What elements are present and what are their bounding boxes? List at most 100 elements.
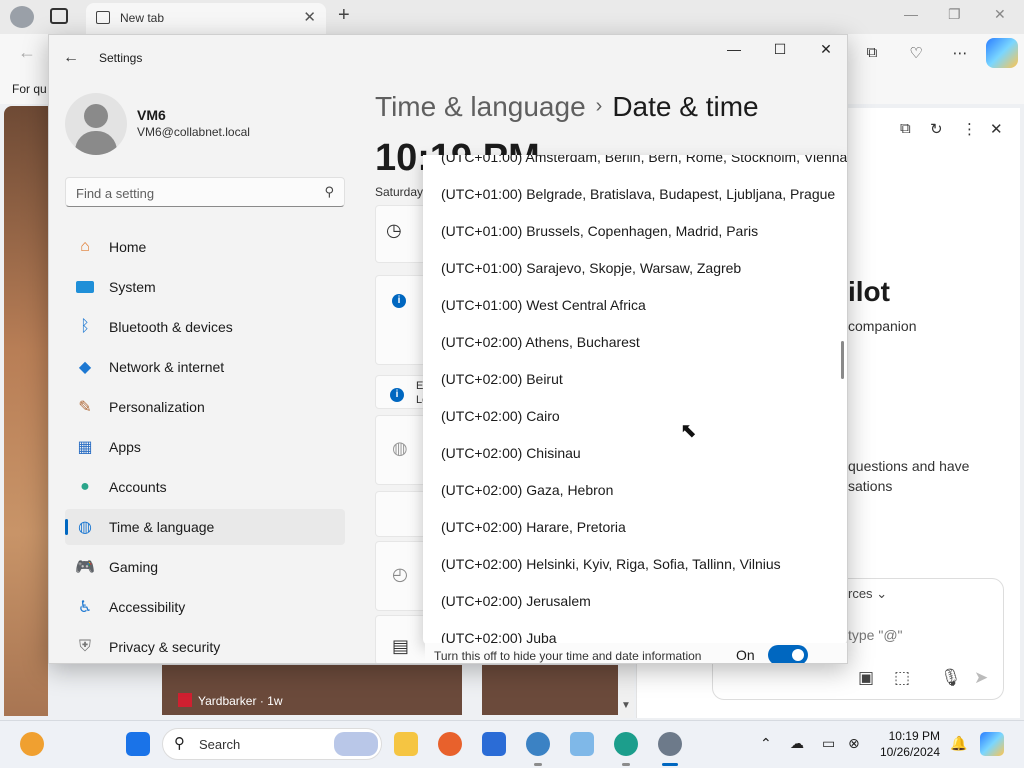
copilot-close-icon[interactable]: ✕ xyxy=(990,120,1003,138)
globe-clock-icon: ◷ xyxy=(386,220,402,240)
news-source: Yardbarker · 1w xyxy=(178,693,283,708)
timezone-option[interactable]: (UTC+01:00) Sarajevo, Skopje, Warsaw, Za… xyxy=(441,260,741,276)
timezone-option[interactable]: (UTC+02:00) Gaza, Hebron xyxy=(441,482,613,498)
search-icon: ⚲ xyxy=(324,184,334,199)
timezone-option[interactable]: (UTC+01:00) Brussels, Copenhagen, Madrid… xyxy=(441,223,758,239)
chrome-icon[interactable] xyxy=(526,732,550,756)
user-avatar[interactable] xyxy=(65,93,127,155)
nav-label: Time & language xyxy=(109,519,215,535)
show-time-toggle[interactable] xyxy=(768,645,808,663)
search-highlight-icon[interactable] xyxy=(334,732,378,756)
running-indicator xyxy=(534,763,542,766)
settings-nav: ⌂ Home System ᛒ Bluetooth & devices ◆ Ne… xyxy=(65,229,345,663)
nav-item-time-language[interactable]: ◍ Time & language xyxy=(65,509,345,545)
nav-label: Personalization xyxy=(109,399,205,415)
news-card[interactable] xyxy=(482,665,618,715)
info-icon: i xyxy=(392,294,406,308)
timezone-option[interactable]: (UTC+01:00) Amsterdam, Berlin, Bern, Rom… xyxy=(441,155,847,165)
settings-search-input[interactable]: Find a setting ⚲ xyxy=(65,177,345,207)
timezone-option[interactable]: (UTC+02:00) Cairo xyxy=(441,408,560,424)
browser-minimize-button[interactable]: — xyxy=(904,6,918,22)
chevron-up-icon[interactable]: ⌃ xyxy=(760,735,772,752)
nav-item-accounts[interactable]: ● Accounts xyxy=(65,469,345,505)
chevron-down-icon: ⌄ xyxy=(876,586,888,601)
home-icon: ⌂ xyxy=(80,238,90,255)
volume-icon[interactable]: ⊗ xyxy=(848,735,860,752)
nav-item-accessibility[interactable]: ♿ Accessibility xyxy=(65,589,345,625)
timezone-option[interactable]: (UTC+01:00) West Central Africa xyxy=(441,297,646,313)
nav-item-gaming[interactable]: 🎮 Gaming xyxy=(65,549,345,585)
timezone-option[interactable]: (UTC+02:00) Chisinau xyxy=(441,445,581,461)
favorites-item[interactable]: For qu xyxy=(12,82,47,96)
settings-gear-icon[interactable] xyxy=(658,732,682,756)
browser-restore-button[interactable]: ❐ xyxy=(948,6,961,23)
taskbar-search-label: Search xyxy=(199,737,241,752)
news-age: · 1w xyxy=(259,694,283,708)
start-button-icon[interactable] xyxy=(126,732,150,756)
dropdown-scrollbar-thumb[interactable] xyxy=(841,341,844,379)
breadcrumb-parent[interactable]: Time & language xyxy=(375,91,586,122)
profile-avatar-icon[interactable] xyxy=(10,6,34,28)
nav-item-privacy[interactable]: ⛨ Privacy & security xyxy=(65,629,345,663)
onedrive-icon[interactable]: ☁ xyxy=(790,735,804,752)
taskbar-clock-date[interactable]: 10/26/2024 xyxy=(878,745,940,759)
microphone-icon[interactable]: 🎙 xyxy=(940,668,962,688)
timezone-dropdown-list[interactable]: (UTC+01:00) Amsterdam, Berlin, Bern, Rom… xyxy=(423,155,847,645)
timezone-option[interactable]: (UTC+02:00) Jerusalem xyxy=(441,593,591,609)
tab-actions-icon[interactable] xyxy=(50,8,68,24)
timezone-option[interactable]: (UTC+02:00) Athens, Bucharest xyxy=(441,334,640,350)
accounts-icon: ● xyxy=(80,478,90,495)
current-date: Saturday xyxy=(375,185,424,199)
browser-essentials-icon[interactable]: ♡ xyxy=(906,44,926,64)
back-arrow-icon[interactable]: ← xyxy=(63,49,79,67)
scroll-down-arrow-icon[interactable]: ▼ xyxy=(621,700,631,711)
microsoft-store-icon[interactable] xyxy=(482,732,506,756)
wifi-icon: ◆ xyxy=(78,359,92,376)
taskbar-clock-time[interactable]: 10:19 PM xyxy=(888,729,940,743)
copilot-icon[interactable] xyxy=(986,38,1018,68)
nav-item-home[interactable]: ⌂ Home xyxy=(65,229,345,265)
nav-item-personalization[interactable]: ✎ Personalization xyxy=(65,389,345,425)
add-image-icon[interactable]: ▣ xyxy=(858,668,874,688)
network-icon[interactable]: ▭ xyxy=(822,735,835,752)
file-explorer-icon[interactable] xyxy=(394,732,418,756)
edge-icon[interactable] xyxy=(614,732,638,756)
screenshot-icon[interactable]: ⬚ xyxy=(894,668,910,688)
open-in-new-icon[interactable]: ⧉ xyxy=(900,120,911,137)
page-title: Date & time xyxy=(612,91,759,122)
minimize-button[interactable]: — xyxy=(719,41,749,57)
copilot-subtitle: companion xyxy=(848,318,917,334)
paint-icon[interactable] xyxy=(570,732,594,756)
widgets-icon[interactable] xyxy=(20,732,44,756)
new-tab-button[interactable]: + xyxy=(338,4,350,27)
copilot-sources-dropdown[interactable]: rces ⌄ xyxy=(848,586,887,602)
collections-icon[interactable]: ⧉ xyxy=(862,44,882,64)
close-tab-icon[interactable]: ✕ xyxy=(303,8,316,26)
timezone-option[interactable]: (UTC+02:00) Beirut xyxy=(441,371,563,387)
timezone-option[interactable]: (UTC+01:00) Belgrade, Bratislava, Budape… xyxy=(441,186,835,202)
nav-item-network[interactable]: ◆ Network & internet xyxy=(65,349,345,385)
nav-label: Apps xyxy=(109,439,141,455)
maximize-button[interactable]: ☐ xyxy=(765,41,795,58)
app-title: Settings xyxy=(99,51,143,65)
browser-tab[interactable]: New tab ✕ xyxy=(86,3,326,34)
nav-item-system[interactable]: System xyxy=(65,269,345,305)
breadcrumb: Time & language › Date & time xyxy=(375,91,759,123)
copilot-more-icon[interactable]: ⋮ xyxy=(962,120,977,138)
more-options-icon[interactable]: ⋯ xyxy=(950,44,970,64)
browser-close-button[interactable]: ✕ xyxy=(994,6,1006,23)
nav-item-apps[interactable]: ▦ Apps xyxy=(65,429,345,465)
nav-item-bluetooth[interactable]: ᛒ Bluetooth & devices xyxy=(65,309,345,345)
send-icon[interactable]: ➤ xyxy=(974,668,988,688)
nav-label: Bluetooth & devices xyxy=(109,319,233,335)
user-email: VM6@collabnet.local xyxy=(137,125,250,139)
close-button[interactable]: ✕ xyxy=(811,41,841,58)
refresh-icon[interactable]: ↻ xyxy=(930,120,943,138)
timezone-option[interactable]: (UTC+02:00) Harare, Pretoria xyxy=(441,519,626,535)
copilot-taskbar-icon[interactable] xyxy=(980,732,1004,756)
browser-back-icon[interactable]: ← xyxy=(18,42,36,63)
notification-bell-icon[interactable]: 🔔 xyxy=(950,735,967,752)
accessibility-icon: ♿ xyxy=(77,599,93,616)
timezone-option[interactable]: (UTC+02:00) Helsinki, Kyiv, Riga, Sofia,… xyxy=(441,556,781,572)
firefox-icon[interactable] xyxy=(438,732,462,756)
